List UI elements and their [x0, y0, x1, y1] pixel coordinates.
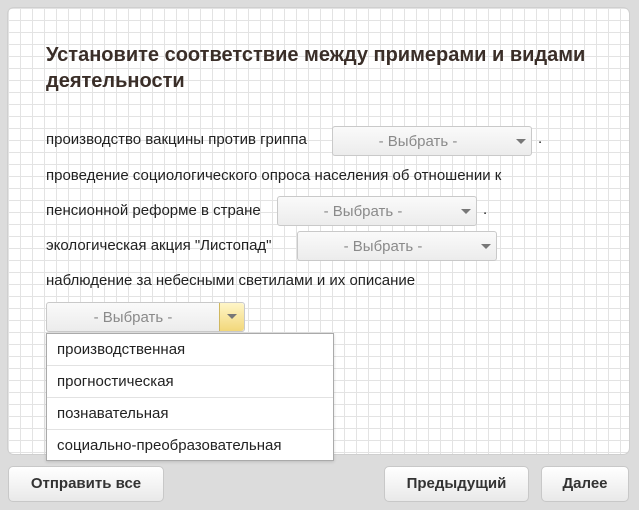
item-4-select[interactable]: - Выбрать - — [46, 302, 245, 332]
item-1-text: производство вакцины против гриппа — [46, 131, 307, 148]
chevron-down-icon — [461, 209, 471, 214]
dropdown-toggle-button[interactable] — [219, 303, 244, 331]
dropdown-list: производственная прогностическая познава… — [46, 333, 334, 461]
dropdown-option[interactable]: социально-преобразовательная — [47, 430, 333, 462]
next-button[interactable]: Далее — [541, 466, 629, 502]
select-value: - Выбрать - — [343, 238, 423, 255]
item-4-text: наблюдение за небесными светилами и их о… — [46, 272, 416, 289]
item-1-select[interactable]: - Выбрать - — [332, 126, 532, 156]
item-1-suffix: . — [538, 130, 543, 147]
select-value: - Выбрать - — [93, 309, 173, 326]
dropdown-option[interactable]: прогностическая — [47, 366, 333, 398]
dropdown-option[interactable]: производственная — [47, 334, 333, 366]
select-value: - Выбрать - — [378, 133, 458, 150]
submit-all-button[interactable]: Отправить все — [8, 466, 164, 502]
chevron-down-icon — [516, 139, 526, 144]
item-2-suffix: . — [483, 201, 488, 218]
item-3-text: экологическая акция "Листопад" — [46, 237, 272, 254]
dropdown-option[interactable]: познавательная — [47, 398, 333, 430]
previous-button[interactable]: Предыдущий — [384, 466, 529, 502]
item-2-text-line2: пенсионной реформе в стране — [46, 202, 261, 219]
select-value: - Выбрать - — [323, 203, 403, 220]
chevron-down-icon — [481, 244, 491, 249]
item-2-text-line1: проведение социологического опроса насел… — [46, 167, 502, 184]
item-2-select[interactable]: - Выбрать - — [277, 196, 477, 226]
question-title: Установите соответствие между примерами … — [46, 44, 586, 92]
item-3-select[interactable]: - Выбрать - — [297, 231, 497, 261]
chevron-down-icon — [227, 314, 237, 319]
